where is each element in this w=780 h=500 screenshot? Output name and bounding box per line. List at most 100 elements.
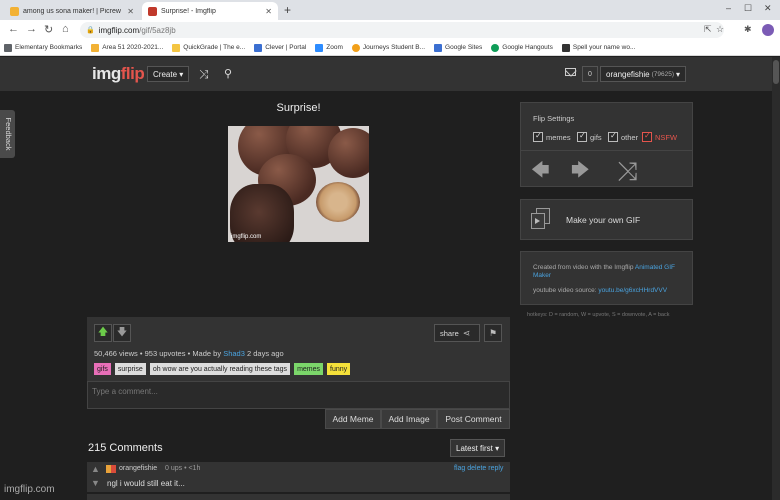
arrow-down-icon: 🡇 xyxy=(116,326,128,338)
tag[interactable]: gifs xyxy=(94,363,111,375)
minimize-icon[interactable]: – xyxy=(726,3,731,13)
user-menu-button[interactable]: orangefishie (79625) ▾ xyxy=(600,66,687,82)
bookmark-item[interactable]: Zoom xyxy=(315,43,343,52)
comment-actions[interactable]: flag delete reply xyxy=(454,465,503,472)
bookmark-star-icon[interactable]: ☆ xyxy=(716,24,724,35)
gif-image[interactable]: imgflip.com xyxy=(228,126,369,242)
browser-tab-picrew[interactable]: among us sona maker! | Picrew ✕ xyxy=(4,2,140,20)
checkbox-icon xyxy=(642,131,652,142)
divider xyxy=(521,150,692,151)
scrollbar-thumb[interactable] xyxy=(773,60,779,84)
search-icon[interactable]: ⚲ xyxy=(224,67,232,80)
bookmark-item[interactable]: Clever | Portal xyxy=(254,43,306,52)
bookmark-item[interactable]: Area 51 2020-2021... xyxy=(91,43,163,52)
gif-source-panel: Created from video with the Imgflip Anim… xyxy=(520,251,693,305)
site-header: imgflip Create ▾ ⤨ ⚲ 0 orangefishie (796… xyxy=(0,57,780,91)
flag-button[interactable]: ⚑ xyxy=(484,324,502,342)
create-button[interactable]: Create ▾ xyxy=(147,66,190,82)
post-age: 2 days ago xyxy=(246,349,284,358)
checkbox-icon xyxy=(608,131,618,142)
close-window-icon[interactable]: ✕ xyxy=(764,3,772,14)
notification-count[interactable]: 0 xyxy=(582,66,598,82)
extensions-puzzle-icon[interactable]: ✱ xyxy=(744,24,752,35)
previous-arrow-icon[interactable]: 🡄 xyxy=(531,161,550,179)
bookmark-item[interactable]: Google Hangouts xyxy=(491,43,553,52)
tag[interactable]: memes xyxy=(294,363,324,375)
add-meme-button[interactable]: Add Meme xyxy=(325,409,381,429)
filter-nsfw-checkbox[interactable]: NSFW xyxy=(642,131,677,142)
random-shuffle-icon[interactable]: ⤨ xyxy=(617,158,638,184)
tag[interactable]: oh wow are you actually reading these ta… xyxy=(149,363,291,375)
commenter-avatar xyxy=(106,465,116,473)
comment-input[interactable]: Type a comment... xyxy=(87,381,510,409)
forward-icon[interactable]: → xyxy=(26,23,37,35)
comment-downvote-icon[interactable]: ▼ xyxy=(91,478,100,488)
gif-watermark: imgflip.com xyxy=(231,234,262,240)
flip-settings-title: Flip Settings xyxy=(533,114,575,123)
tab-title: among us sona maker! | Picrew xyxy=(23,7,121,15)
comment-upvote-icon[interactable]: ▲ xyxy=(91,464,100,474)
bookmark-favicon-icon xyxy=(561,43,570,52)
tag[interactable]: funny xyxy=(327,363,351,375)
made-by-label: Made by xyxy=(192,349,222,358)
feedback-label: Feedback xyxy=(4,117,13,151)
tag[interactable]: surprise xyxy=(114,363,146,375)
back-icon[interactable]: ← xyxy=(8,23,19,35)
bookmark-item[interactable]: Elementary Bookmarks xyxy=(4,43,82,52)
new-tab-button[interactable]: + xyxy=(284,3,291,17)
comment-item xyxy=(87,494,510,500)
address-bar[interactable]: 🔒 imgflip.com/gif/5az8jb xyxy=(80,22,724,38)
profile-avatar-icon[interactable] xyxy=(762,24,774,36)
hotkeys-hint: hotkeys: D = random, W = upvote, S = dow… xyxy=(527,312,670,318)
comment-item: ▲ ▼ orangefishie 0 ups • <1h flag delete… xyxy=(87,462,510,492)
bookmark-item[interactable]: Google Sites xyxy=(434,43,482,52)
imgflip-logo[interactable]: imgflip xyxy=(92,64,145,84)
share-icon: ⋖ xyxy=(462,327,471,338)
bookmark-favicon-icon xyxy=(91,43,100,52)
chevron-down-icon: ▾ xyxy=(676,69,681,79)
sort-comments-button[interactable]: Latest first ▾ xyxy=(450,439,506,457)
gif-action-bar: 🡅 🡇 share ⋖ ⚑ 50,466 views • 953 upvotes… xyxy=(87,317,510,381)
filter-other-checkbox[interactable]: other xyxy=(608,131,638,142)
upvote-button[interactable]: 🡅 xyxy=(94,324,112,342)
share-page-icon[interactable]: ⇱ xyxy=(704,24,712,35)
bookmark-favicon-icon xyxy=(491,43,500,52)
feedback-tab[interactable]: Feedback xyxy=(0,110,15,158)
chocolate-shape xyxy=(328,128,369,178)
source-description: Created from video with the Imgflip Anim… xyxy=(533,264,675,279)
reload-icon[interactable]: ↻ xyxy=(44,23,53,36)
share-button[interactable]: share ⋖ xyxy=(434,324,480,342)
gif-maker-icon xyxy=(531,208,551,230)
bookmark-favicon-icon xyxy=(351,43,360,52)
bookmark-item[interactable]: QuickGrade | The e... xyxy=(172,43,245,52)
bookmark-item[interactable]: Spell your name wo... xyxy=(561,43,635,52)
page-scrollbar[interactable] xyxy=(772,57,780,500)
add-image-button[interactable]: Add Image xyxy=(381,409,437,429)
comment-username[interactable]: orangefishie xyxy=(119,465,157,472)
maximize-icon[interactable]: ☐ xyxy=(744,3,752,14)
close-tab-icon[interactable]: ✕ xyxy=(265,7,272,16)
bookmark-favicon-icon xyxy=(434,43,443,52)
next-arrow-icon[interactable]: 🡆 xyxy=(571,161,590,179)
gif-title: Surprise! xyxy=(276,102,321,114)
home-icon[interactable]: ⌂ xyxy=(62,23,69,35)
browser-tab-imgflip[interactable]: Surprise! - Imgflip ✕ xyxy=(142,2,278,20)
page-watermark: imgflip.com xyxy=(4,484,55,495)
mail-icon[interactable] xyxy=(565,68,576,76)
video-source: youtube video source: youtu.be/g6xcHHrdV… xyxy=(533,287,668,294)
shuffle-icon[interactable]: ⤨ xyxy=(199,67,209,82)
filter-memes-checkbox[interactable]: memes xyxy=(533,131,571,142)
comment-text: ngl i would still eat it... xyxy=(107,479,185,488)
chocolate-inside-shape xyxy=(316,182,360,222)
make-gif-button[interactable]: Make your own GIF xyxy=(520,199,693,240)
close-tab-icon[interactable]: ✕ xyxy=(127,7,134,16)
author-link[interactable]: Shad3 xyxy=(223,349,245,358)
bookmark-item[interactable]: Journeys Student B... xyxy=(351,43,425,52)
bookmark-favicon-icon xyxy=(172,43,181,52)
tag-list: gifs surprise oh wow are you actually re… xyxy=(94,363,354,375)
youtube-source-link[interactable]: youtu.be/g6xcHHrdVVV xyxy=(598,287,667,294)
filter-gifs-checkbox[interactable]: gifs xyxy=(577,131,602,142)
gif-stats: 50,466 views • 953 upvotes • Made by Sha… xyxy=(94,349,284,358)
post-comment-button[interactable]: Post Comment xyxy=(437,409,510,429)
downvote-button[interactable]: 🡇 xyxy=(113,324,131,342)
